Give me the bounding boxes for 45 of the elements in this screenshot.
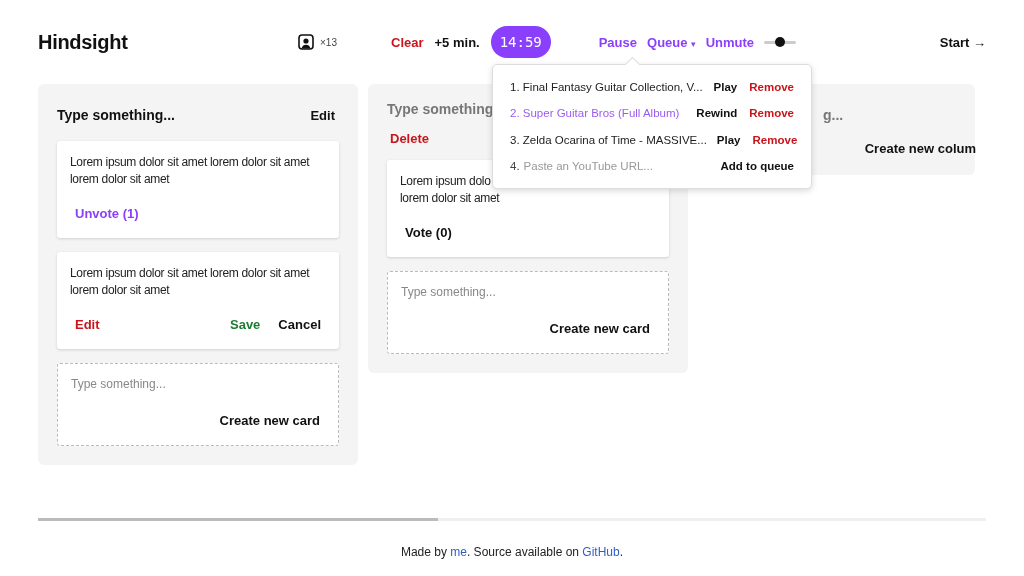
card-placeholder: Type something... [401, 285, 497, 299]
person-icon [298, 34, 314, 50]
play-button[interactable]: Rewind [696, 107, 738, 120]
queue-item[interactable]: 3. Zelda Ocarina of Time - MASSIVE... [510, 133, 707, 146]
card-placeholder: Type something... [71, 377, 167, 391]
card-text: Lorem ipsum dolor sit amet lorem dolor sit amet lorem dolor sit amet [70, 265, 311, 299]
create-card-button[interactable]: Create new card [219, 413, 320, 428]
slider-thumb[interactable] [775, 36, 786, 47]
participant-count: ×13 [320, 36, 337, 48]
pause-button[interactable]: Pause [598, 34, 637, 50]
unmute-button[interactable]: Unmute [705, 34, 755, 50]
cancel-button[interactable]: Cancel [278, 317, 321, 332]
create-column-button[interactable]: Create new colum [864, 141, 976, 156]
start-button[interactable]: Start → [939, 34, 986, 50]
card-text: Lorem ipsum dolo lorem dolor sit amet [400, 173, 501, 207]
vote-button[interactable]: Vote (0) [405, 225, 452, 240]
add-time-button[interactable]: +5 min. [434, 34, 480, 50]
volume-slider[interactable] [764, 40, 797, 44]
footer-link[interactable]: GitHub [582, 545, 620, 559]
add-to-queue-button[interactable]: Add to queue [720, 160, 794, 173]
play-button[interactable]: Play [716, 133, 741, 146]
column-title: Type something... [57, 107, 175, 123]
queue-button[interactable]: Queue ▾ [647, 34, 696, 50]
remove-button[interactable]: Remove [749, 80, 794, 93]
create-card-button[interactable]: Create new card [549, 321, 650, 336]
app-logo: Hindsight [38, 30, 129, 54]
new-card-field[interactable]: Type something... Create new card [57, 363, 339, 446]
clear-button[interactable]: Clear [391, 34, 424, 50]
delete-button[interactable]: Delete [390, 131, 430, 146]
edit-button[interactable]: Edit [310, 107, 335, 123]
edit-button[interactable]: Edit [75, 317, 100, 332]
remove-button[interactable]: Remove [749, 107, 794, 120]
queue-number: 4. [510, 160, 520, 173]
timer-button[interactable]: 14:59 [490, 26, 551, 58]
footer-text: Made by me. Source available on GitHub. [399, 545, 625, 559]
footer-link[interactable]: me [450, 545, 467, 559]
queue-item[interactable]: 1. Final Fantasy Guitar Collection, V... [510, 80, 704, 93]
vote-button[interactable]: Unvote (1) [75, 206, 139, 221]
card-text: Lorem ipsum dolor sit amet lorem dolor sit amet lorem dolor sit amet [70, 154, 311, 188]
save-button[interactable]: Save [230, 317, 261, 332]
remove-button[interactable]: Remove [752, 133, 798, 146]
play-button[interactable]: Play [713, 80, 738, 93]
scroll-bar[interactable] [38, 518, 986, 521]
queue-item[interactable]: 2. Super Guitar Bros (Full Album) [510, 107, 687, 120]
new-card-field[interactable]: Type something... Create new card [387, 271, 669, 354]
